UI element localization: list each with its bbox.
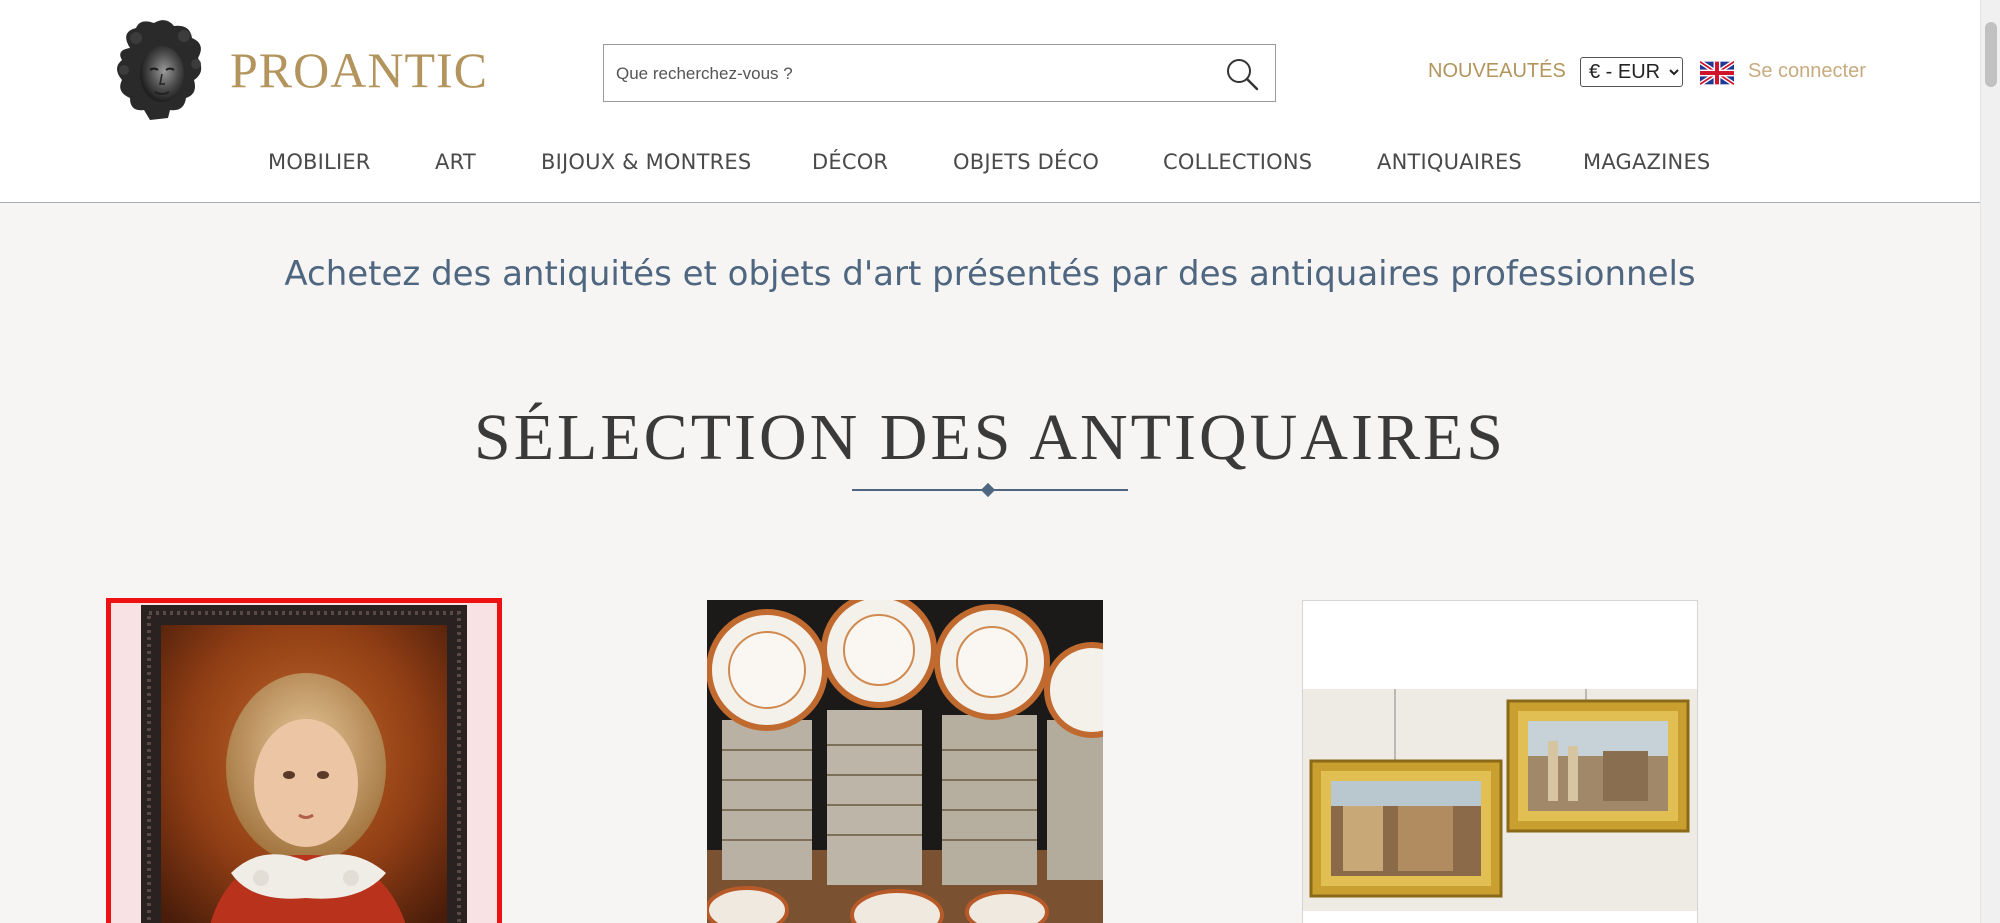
search-input[interactable] xyxy=(616,59,1206,89)
nav-item-magazines[interactable]: MAGAZINES xyxy=(1583,150,1710,174)
nav-item-decor[interactable]: DÉCOR xyxy=(812,150,888,174)
sign-in-link[interactable]: Se connecter xyxy=(1748,60,1866,83)
logo[interactable]: PROANTIC xyxy=(110,18,488,122)
porcelain-service-image xyxy=(707,600,1103,923)
search-icon[interactable] xyxy=(1225,57,1259,91)
product-card-porcelain[interactable] xyxy=(707,600,1103,923)
product-card-portrait[interactable] xyxy=(106,598,502,923)
currency-select[interactable]: € - EUR xyxy=(1580,57,1683,87)
scrollbar-thumb[interactable] xyxy=(1985,22,1997,87)
uk-flag-icon[interactable] xyxy=(1700,60,1734,86)
page-scrollbar[interactable] xyxy=(1980,0,2000,923)
nouveautes-link[interactable]: NOUVEAUTÉS xyxy=(1428,60,1566,83)
brand-name: PROANTIC xyxy=(230,42,489,98)
site-header: PROANTIC NOUVEAUTÉS € - EUR Se connecter… xyxy=(0,0,1980,203)
nav-item-collections[interactable]: COLLECTIONS xyxy=(1163,150,1312,174)
main-nav: MOBILIER ART BIJOUX & MONTRES DÉCOR OBJE… xyxy=(0,150,1980,178)
section-title: SÉLECTION DES ANTIQUAIRES xyxy=(474,401,1506,474)
nav-item-antiquaires[interactable]: ANTIQUAIRES xyxy=(1377,150,1522,174)
nav-item-mobilier[interactable]: MOBILIER xyxy=(268,150,371,174)
nav-item-bijoux-montres[interactable]: BIJOUX & MONTRES xyxy=(541,150,751,174)
search-bar xyxy=(603,44,1276,102)
tagline: Achetez des antiquités et objets d'art p… xyxy=(284,254,1696,294)
product-card-framed-paintings[interactable] xyxy=(1302,600,1698,923)
title-divider-ornament xyxy=(980,482,996,498)
portrait-painting-image xyxy=(111,603,497,923)
nav-item-objets-deco[interactable]: OBJETS DÉCO xyxy=(953,150,1099,174)
framed-paintings-image xyxy=(1303,601,1697,923)
logo-bust-icon xyxy=(117,20,202,121)
nav-item-art[interactable]: ART xyxy=(435,150,476,174)
